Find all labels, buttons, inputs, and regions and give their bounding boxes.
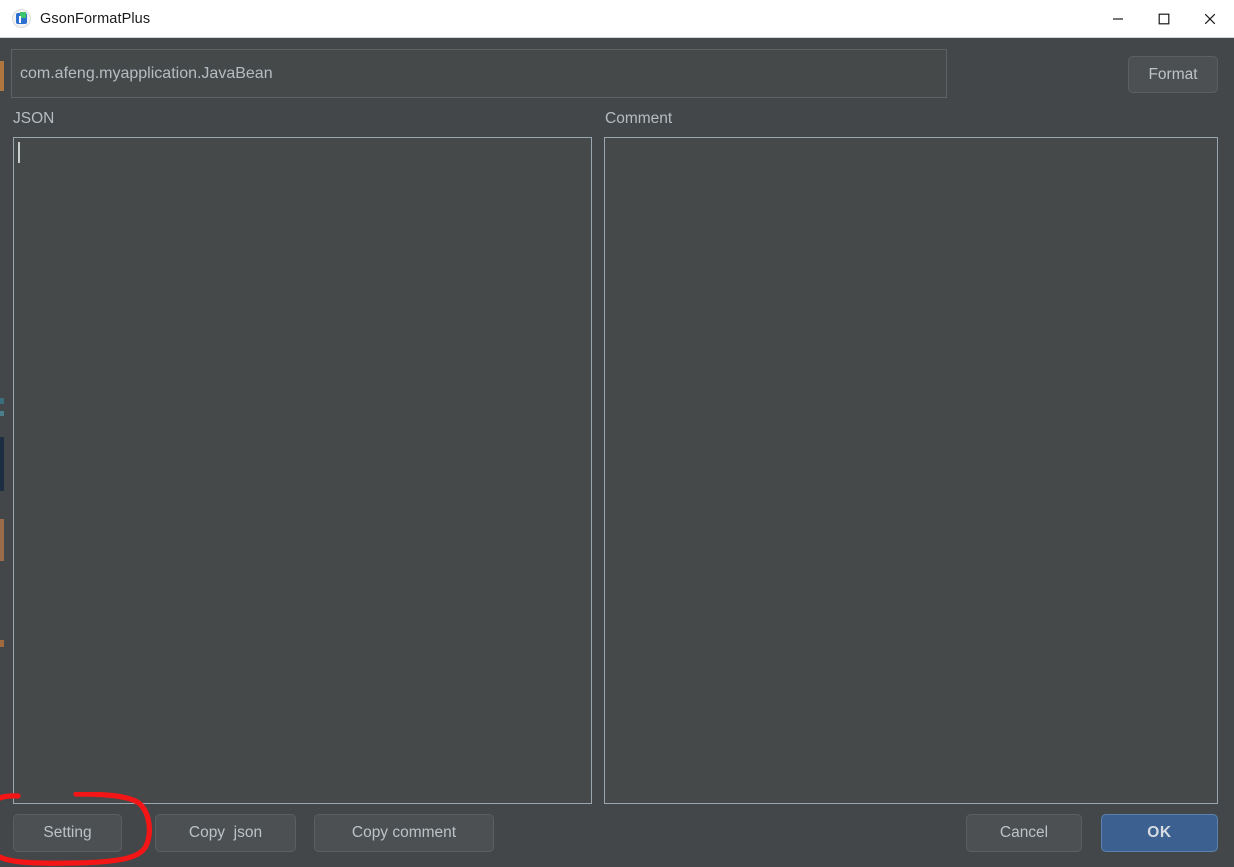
background-artifact-2 <box>0 437 4 491</box>
window-title: GsonFormatPlus <box>40 10 151 27</box>
format-button[interactable]: Format <box>1128 56 1218 93</box>
titlebar: GsonFormatPlus <box>0 0 1234 38</box>
class-name-input[interactable]: com.afeng.myapplication.JavaBean <box>11 49 947 98</box>
gsonformatplus-dialog: GsonFormatPlus com.afeng.myapplication.J… <box>0 0 1234 867</box>
ok-button[interactable]: OK <box>1101 814 1218 852</box>
comment-panel-label: Comment <box>605 110 673 127</box>
copy-comment-button[interactable]: Copy comment <box>314 814 494 852</box>
background-artifact-5 <box>0 61 4 91</box>
titlebar-left-group: GsonFormatPlus <box>12 0 150 37</box>
background-artifact-1 <box>0 411 4 416</box>
comment-textarea[interactable] <box>604 137 1218 804</box>
background-artifact-4 <box>0 640 4 647</box>
minimize-icon[interactable] <box>1095 0 1141 37</box>
setting-button[interactable]: Setting <box>13 814 122 852</box>
json-panel-label: JSON <box>13 110 55 127</box>
background-artifact-3 <box>0 519 4 561</box>
copy-json-button[interactable]: Copy json <box>155 814 296 852</box>
json-textarea[interactable] <box>13 137 592 804</box>
maximize-icon[interactable] <box>1141 0 1187 37</box>
cancel-button[interactable]: Cancel <box>966 814 1082 852</box>
background-artifact-0 <box>0 398 4 404</box>
close-icon[interactable] <box>1187 0 1233 37</box>
text-caret <box>18 142 20 163</box>
gsonformatplus-app-icon <box>12 9 31 28</box>
